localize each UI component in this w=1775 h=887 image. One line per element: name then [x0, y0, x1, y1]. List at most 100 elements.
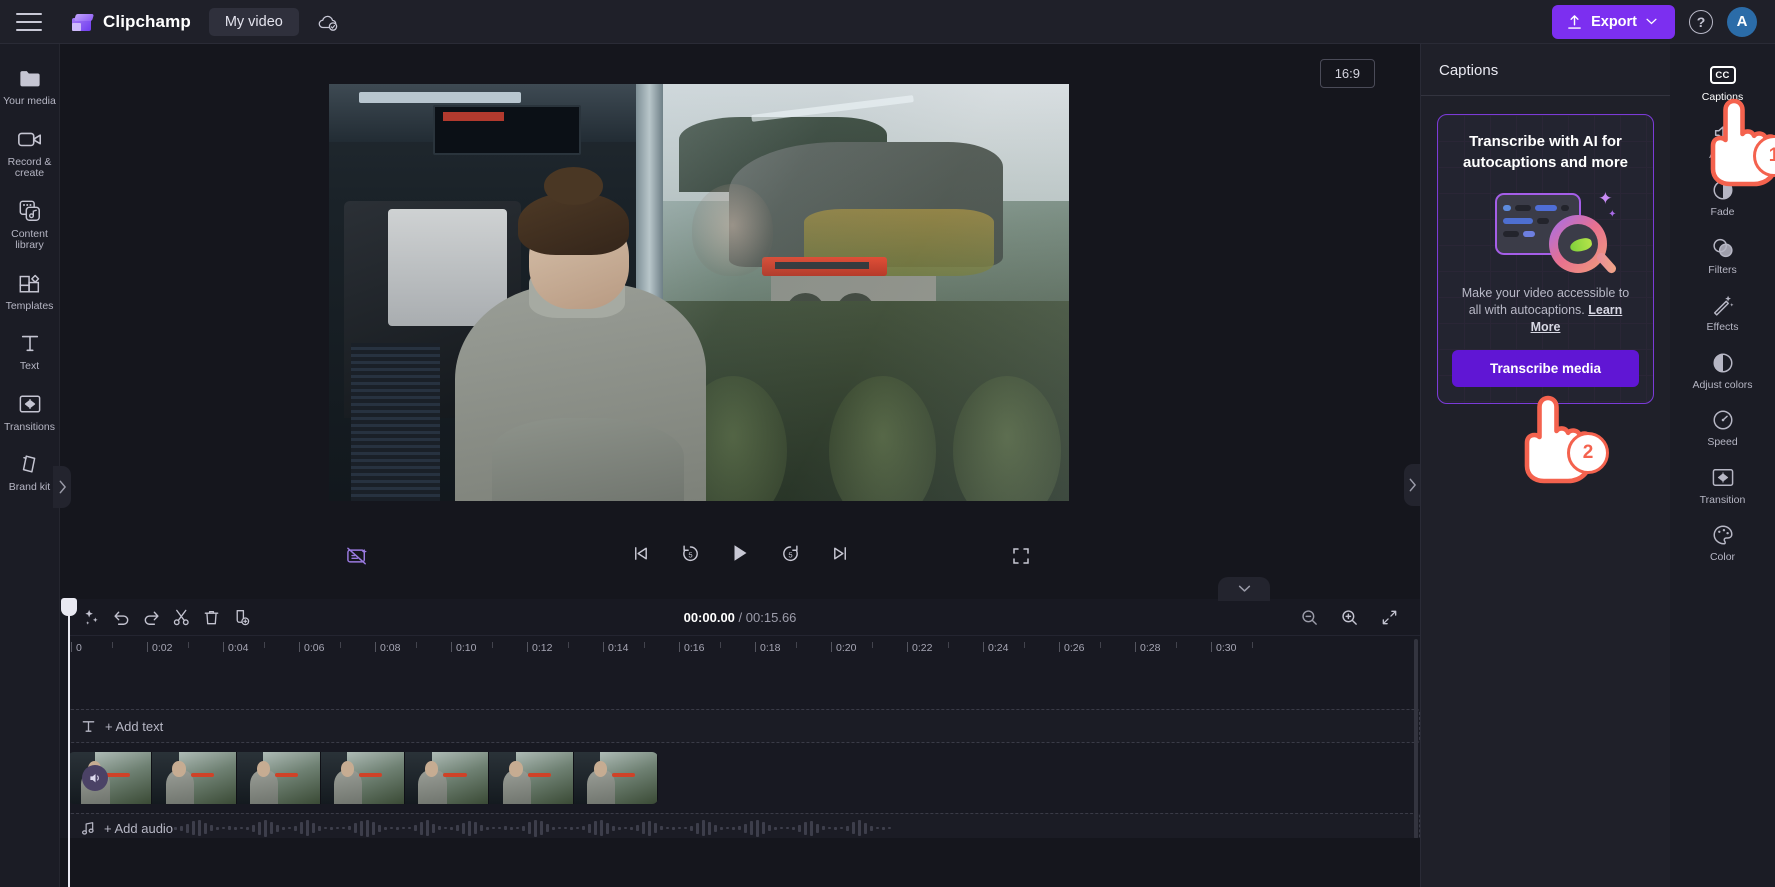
total-time: 00:15.66 [745, 609, 797, 625]
rail-item-effects[interactable]: Effects [1670, 284, 1775, 342]
rail-label: Transition [1699, 493, 1746, 506]
chevron-right-icon [1409, 478, 1416, 492]
play-button[interactable] [726, 539, 754, 567]
panel-expand-button[interactable] [1404, 464, 1420, 506]
undo-icon[interactable] [106, 602, 136, 632]
help-icon[interactable]: ? [1689, 9, 1713, 34]
timeline-collapse-button[interactable] [1218, 577, 1270, 601]
skip-to-end-button[interactable] [826, 539, 854, 567]
clip-thumbnail [489, 752, 574, 804]
upload-icon [1568, 14, 1581, 29]
rail-item-speed[interactable]: Speed [1670, 399, 1775, 457]
chevron-right-icon [59, 480, 66, 494]
svg-text:5: 5 [788, 550, 792, 559]
video-preview[interactable] [329, 84, 1069, 501]
zoom-out-icon[interactable] [1294, 602, 1324, 632]
aspect-ratio-button[interactable]: 16:9 [1319, 59, 1375, 88]
rail-item-filters[interactable]: Filters [1670, 227, 1775, 285]
sidebar-item-brand-kit[interactable]: Brand kit [0, 442, 60, 503]
rewind-5-icon[interactable]: 5 [676, 539, 704, 567]
cloud-saved-icon[interactable] [315, 9, 341, 35]
brand-kit-icon [17, 451, 43, 477]
trash-icon[interactable] [196, 602, 226, 632]
sidebar-item-content-library[interactable]: Content library [0, 189, 60, 261]
zoom-in-icon[interactable] [1334, 602, 1364, 632]
ruler-tick: 0:28 [1140, 642, 1161, 654]
avatar[interactable]: A [1727, 6, 1757, 37]
brand-name: Clipchamp [103, 11, 191, 31]
captions-panel: Captions Transcribe with AI for autocapt… [1420, 44, 1670, 887]
rail-label: Audio [1709, 148, 1736, 161]
cc-icon: CC [1709, 62, 1736, 88]
sidebar-item-your-media[interactable]: Your media [0, 56, 60, 117]
ruler-tick: 0 [76, 642, 82, 654]
timeline-toolbar: 00:00.00 / 00:15.66 [60, 599, 1420, 635]
sidebar-label: Record & create [7, 155, 52, 179]
speaker-icon[interactable] [82, 765, 108, 791]
sidebar-item-text[interactable]: Text [0, 321, 60, 382]
clip-thumbnail [320, 752, 406, 804]
video-frame [329, 84, 1069, 501]
rail-item-color[interactable]: Color [1670, 514, 1775, 572]
transition-icon [1710, 465, 1736, 491]
current-time: 00:00.00 [683, 609, 735, 625]
library-icon [17, 198, 43, 224]
video-clip[interactable] [68, 752, 658, 804]
preview-stage: 16:9 5 5 [60, 44, 1420, 601]
add-audio-label: + Add audio [104, 820, 174, 836]
rail-label: Color [1709, 551, 1736, 563]
project-title[interactable]: My video [208, 7, 299, 36]
rail-item-adjust-colors[interactable]: Adjust colors [1670, 342, 1775, 400]
adjust-colors-icon [1710, 350, 1736, 376]
playhead-handle[interactable] [61, 598, 77, 616]
ruler-tick: 0:02 [152, 642, 173, 654]
templates-icon [17, 270, 43, 296]
rail-item-fade[interactable]: Fade [1670, 169, 1775, 227]
fit-to-screen-icon[interactable] [1374, 602, 1404, 632]
filters-icon [1710, 235, 1736, 261]
rail-label: Captions [1701, 91, 1744, 103]
ruler-tick: 0:26 [1064, 642, 1085, 654]
audio-icon [1710, 120, 1736, 146]
rail-label: Effects [1706, 321, 1739, 333]
rail-item-audio[interactable]: Audio [1670, 112, 1775, 170]
fullscreen-icon[interactable] [1008, 543, 1034, 569]
scissors-icon[interactable] [166, 602, 196, 632]
ruler-tick: 0:18 [760, 642, 781, 654]
timeline-ruler[interactable]: 0 0:02 0:04 0:06 0:08 0:10 0:12 0:14 0:1… [68, 635, 1420, 665]
rail-item-transition[interactable]: Transition [1670, 457, 1775, 515]
sidebar-label: Brand kit [8, 481, 51, 493]
svg-text:5: 5 [688, 550, 692, 559]
skip-to-start-button[interactable] [626, 539, 654, 567]
promo-description: Make your video accessible to all with a… [1452, 285, 1639, 336]
duplicate-icon[interactable] [226, 602, 256, 632]
sidebar-item-transitions[interactable]: Transitions [0, 382, 60, 443]
rail-item-captions[interactable]: CC Captions [1670, 54, 1775, 112]
hamburger-icon[interactable] [16, 12, 42, 31]
sidebar-item-record-create[interactable]: Record & create [0, 117, 60, 189]
sparkle-icon[interactable] [76, 602, 106, 632]
ruler-tick: 0:16 [684, 642, 705, 654]
redo-icon[interactable] [136, 602, 166, 632]
effects-icon [1710, 292, 1736, 318]
top-bar-right: Export ? A [1552, 4, 1775, 39]
clip-thumbnail [573, 752, 658, 804]
sidebar-item-templates[interactable]: Templates [0, 261, 60, 322]
left-sidebar: Your media Record & create Content libra… [0, 44, 60, 887]
forward-5-icon[interactable]: 5 [776, 539, 804, 567]
chevron-down-icon [1238, 585, 1250, 592]
sidebar-collapse-button[interactable] [53, 466, 71, 508]
timeline-scrollbar[interactable] [1414, 639, 1418, 839]
add-text-track[interactable]: + Add text [68, 709, 1420, 743]
ruler-tick: 0:30 [1216, 642, 1237, 654]
clipchamp-editor: Clipchamp My video Export ? A Your media… [0, 0, 1775, 887]
music-note-icon [81, 821, 94, 835]
text-icon [17, 330, 43, 356]
fade-icon [1710, 177, 1736, 203]
export-button[interactable]: Export [1552, 4, 1675, 39]
transcribe-media-button[interactable]: Transcribe media [1452, 350, 1639, 387]
clip-thumbnail [152, 752, 237, 804]
panel-title: Captions [1439, 62, 1499, 79]
playhead[interactable] [61, 598, 77, 887]
clip-thumbnail [405, 752, 490, 804]
